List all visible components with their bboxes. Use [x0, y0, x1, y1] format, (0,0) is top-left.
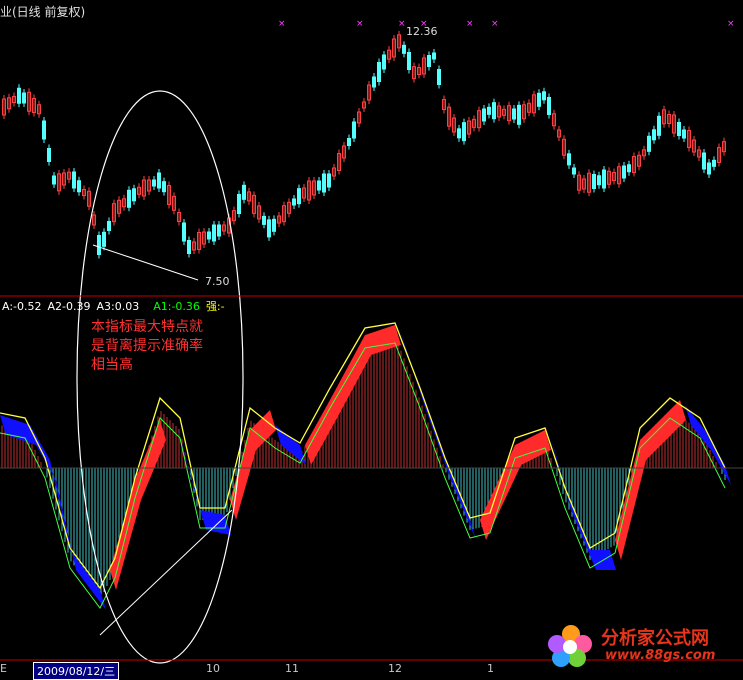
- candle-body: [22, 92, 26, 104]
- candle-body: [182, 222, 186, 242]
- candle-body: [157, 172, 161, 189]
- candle-body: [592, 174, 596, 189]
- candle-body: [542, 91, 546, 101]
- candle-body: [212, 224, 216, 242]
- candle-body: [102, 231, 106, 247]
- candle-body: [292, 198, 296, 206]
- candle-body: [437, 69, 441, 85]
- candle-body: [217, 224, 221, 237]
- candle-body: [72, 171, 76, 189]
- candle-body: [652, 129, 656, 141]
- candle-body: [47, 148, 51, 162]
- candle-body: [602, 169, 606, 189]
- annotation-line-3: 相当高: [91, 357, 133, 373]
- candle-body: [107, 221, 111, 231]
- candle-body: [572, 167, 576, 175]
- candle-body: [537, 92, 541, 107]
- candle-body: [382, 54, 386, 70]
- candle-body: [372, 76, 376, 88]
- high-price-label: 12.36: [406, 25, 438, 38]
- watermark-brand: 分析家公式网: [601, 628, 709, 649]
- event-marker: ×: [356, 19, 364, 29]
- indicator-readout: A2-0.39: [47, 300, 91, 313]
- watermark-logo: 分析家公式网 www.88gs.com: [543, 620, 743, 672]
- candle-body: [487, 106, 491, 115]
- indicator-band: [550, 435, 616, 570]
- x-axis-left-mark: E: [0, 662, 7, 675]
- candle-body: [457, 128, 461, 139]
- flower-icon: [548, 625, 592, 667]
- candle-body: [127, 189, 131, 208]
- candle-body: [297, 188, 301, 205]
- candle-body: [517, 104, 521, 125]
- candle-body: [492, 102, 496, 120]
- watermark-url: www.88gs.com: [605, 648, 716, 663]
- indicator-readout: A3:0.03: [96, 300, 140, 313]
- candle-body: [267, 219, 271, 238]
- candle-body: [187, 240, 191, 254]
- candle-body: [272, 218, 276, 232]
- x-axis-month-1: 1: [487, 662, 494, 675]
- cursor-date: 2009/08/12/三: [33, 662, 120, 680]
- low-price-label: 7.50: [205, 275, 230, 288]
- indicator-readout: A1:-0.36: [153, 300, 200, 313]
- candle-body: [242, 184, 246, 200]
- candle-body: [682, 129, 686, 139]
- candle-body: [77, 180, 81, 193]
- candle-body: [352, 121, 356, 139]
- candle-body: [677, 122, 681, 136]
- candle-body: [657, 115, 661, 136]
- event-marker: ×: [727, 19, 735, 29]
- chart-title: 业(日线 前复权): [0, 5, 86, 19]
- candle-body: [97, 235, 101, 255]
- candle-body: [322, 173, 326, 193]
- annotation-line-1: 本指标最大特点就: [91, 319, 203, 335]
- candle-body: [347, 138, 351, 146]
- indicator-readout: A:-0.52: [2, 300, 42, 313]
- indicator-readouts: A:-0.52 A2-0.39 A3:0.03 A1:-0.36 强:-: [2, 298, 231, 314]
- candle-body: [567, 153, 571, 166]
- candle-body: [482, 108, 486, 122]
- x-axis-month-12: 12: [388, 662, 402, 675]
- candle-body: [377, 62, 381, 82]
- candle-body: [162, 181, 166, 193]
- candle-body: [402, 44, 406, 54]
- candle-body: [712, 159, 716, 167]
- candle-body: [702, 152, 706, 170]
- indicator-readout: 强:-: [205, 300, 225, 313]
- indicator-band: [400, 330, 476, 540]
- candle-body: [317, 180, 321, 191]
- x-axis-month-11: 11: [285, 662, 299, 675]
- candle-body: [152, 179, 156, 187]
- event-marker: ×: [491, 19, 499, 29]
- candle-body: [17, 87, 21, 104]
- price-divergence-line: [92, 244, 199, 281]
- event-marker: ×: [398, 19, 406, 29]
- candle-body: [407, 52, 411, 70]
- x-axis-month-10: 10: [206, 662, 220, 675]
- candle-body: [427, 55, 431, 67]
- event-marker: ×: [466, 19, 474, 29]
- candle-body: [547, 97, 551, 115]
- event-marker: ×: [278, 19, 286, 29]
- candle-body: [42, 120, 46, 140]
- candle-body: [707, 162, 711, 175]
- candle-body: [207, 231, 211, 240]
- indicator-band: [0, 415, 106, 610]
- candle-body: [327, 173, 331, 188]
- candle-body: [512, 108, 516, 120]
- candle-body: [262, 215, 266, 225]
- candle-body: [597, 175, 601, 186]
- divergence-annotation: 本指标最大特点就 是背离提示准确率 相当高: [91, 318, 203, 375]
- candle-body: [52, 175, 56, 185]
- candle-body: [237, 194, 241, 214]
- candle-body: [462, 122, 466, 142]
- candle-body: [432, 52, 436, 60]
- candle-body: [627, 164, 631, 173]
- annotation-line-2: 是背离提示准确率: [91, 338, 203, 354]
- candle-body: [132, 188, 136, 202]
- candle-body: [647, 135, 651, 152]
- candle-body: [622, 165, 626, 179]
